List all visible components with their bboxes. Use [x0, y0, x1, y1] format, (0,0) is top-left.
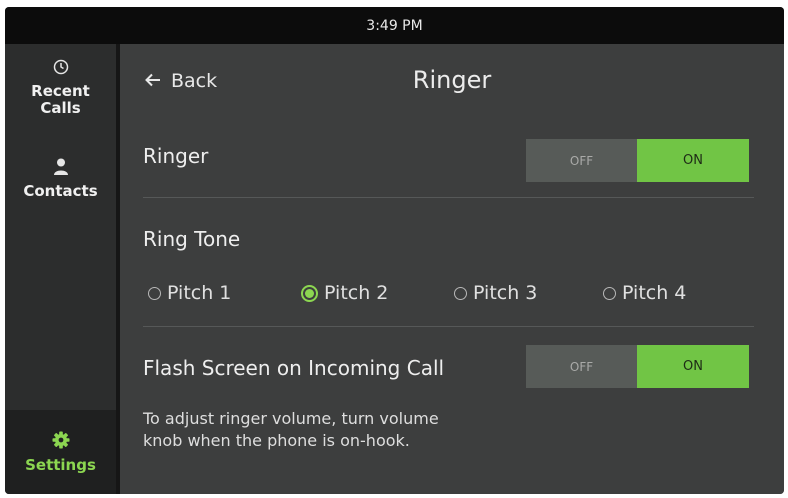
radio-icon: [454, 286, 467, 300]
ringer-on-option[interactable]: ON: [637, 139, 749, 182]
divider: [143, 197, 754, 198]
sidebar-item-label: Settings: [25, 455, 96, 474]
radio-icon: [603, 286, 616, 300]
flash-screen-off-option[interactable]: OFF: [526, 345, 637, 388]
hint-line: knob when the phone is on-hook.: [143, 431, 410, 450]
ring-tone-option-pitch-4[interactable]: Pitch 4: [603, 282, 686, 304]
arrow-left-icon: [145, 70, 161, 92]
radio-label: Pitch 4: [622, 282, 687, 304]
gear-icon: [52, 431, 70, 453]
ring-tone-option-pitch-3[interactable]: Pitch 3: [454, 282, 537, 304]
sidebar: Recent Calls Contacts Settings: [5, 44, 116, 494]
back-label: Back: [171, 70, 218, 92]
volume-hint: To adjust ringer volume, turn volume kno…: [143, 408, 583, 452]
sidebar-item-contacts[interactable]: Contacts: [5, 158, 116, 200]
radio-selected-icon: [301, 284, 318, 302]
sidebar-item-label: Recent: [31, 82, 90, 100]
sidebar-item-label: Contacts: [23, 182, 98, 200]
radio-label: Pitch 2: [324, 282, 389, 304]
status-bar: 3:49 PM: [5, 7, 784, 44]
ring-tone-label: Ring Tone: [143, 227, 241, 251]
page-title: Ringer: [412, 66, 492, 94]
settings-panel: Back Ringer Ringer OFF ON Ring Tone Pitc…: [120, 44, 784, 494]
sidebar-item-label: Calls: [40, 99, 81, 117]
ring-tone-option-pitch-1[interactable]: Pitch 1: [148, 282, 231, 304]
radio-label: Pitch 1: [167, 282, 232, 304]
divider: [143, 326, 754, 327]
person-icon: [53, 158, 69, 179]
flash-screen-label: Flash Screen on Incoming Call: [143, 356, 445, 380]
ring-tone-option-pitch-2[interactable]: Pitch 2: [301, 282, 388, 304]
flash-screen-on-option[interactable]: ON: [637, 345, 749, 388]
flash-screen-toggle[interactable]: OFF ON: [526, 345, 749, 388]
hint-line: To adjust ringer volume, turn volume: [143, 409, 439, 428]
phone-screen: 3:49 PM Recent Calls Contacts Settings B…: [5, 7, 784, 494]
radio-label: Pitch 3: [473, 282, 538, 304]
ringer-off-option[interactable]: OFF: [526, 139, 637, 182]
radio-icon: [148, 286, 161, 300]
ringer-label: Ringer: [143, 144, 209, 168]
sidebar-item-recent-calls[interactable]: Recent Calls: [5, 59, 116, 117]
status-time: 3:49 PM: [366, 17, 423, 34]
ringer-toggle[interactable]: OFF ON: [526, 139, 749, 182]
back-button[interactable]: Back: [145, 70, 217, 92]
sidebar-item-settings[interactable]: Settings: [5, 410, 116, 494]
clock-icon: [53, 59, 69, 79]
